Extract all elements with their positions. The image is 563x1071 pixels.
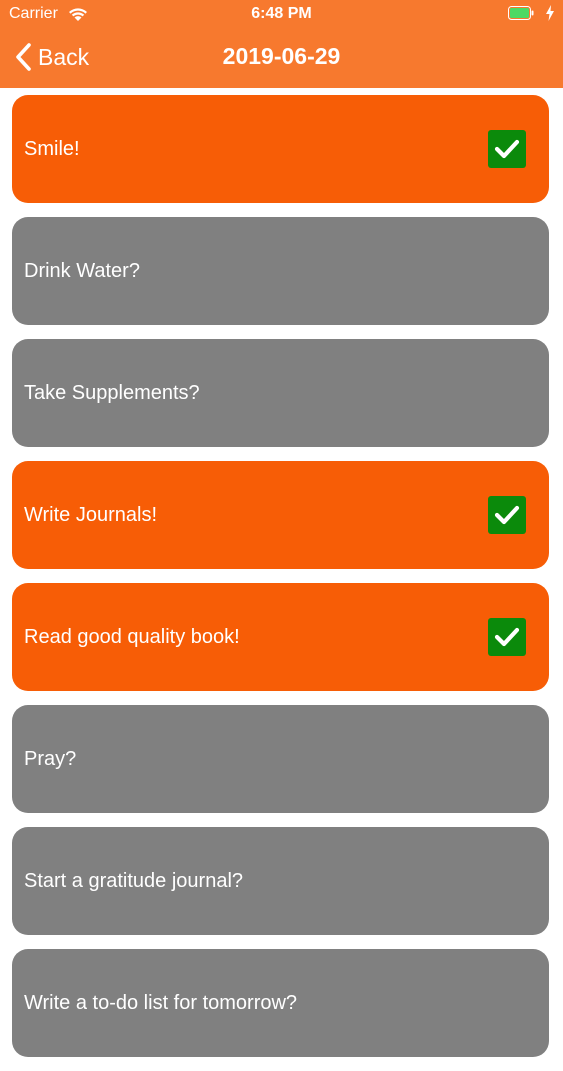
checkbox-checked-icon[interactable]	[488, 130, 526, 168]
habit-label: Read good quality book!	[24, 625, 240, 648]
navigation-bar: Back 2019-06-29	[0, 30, 563, 88]
habit-card[interactable]: Take Supplements?	[12, 339, 549, 447]
habit-label: Write Journals!	[24, 503, 158, 526]
checkmark-icon	[494, 627, 520, 647]
checkmark-icon	[494, 139, 520, 159]
habit-label: Take Supplements?	[24, 381, 200, 404]
habit-label: Drink Water?	[24, 259, 140, 282]
top-bar: Carrier 6:48 PM Back 2019-06-29	[0, 0, 563, 88]
habit-card[interactable]: Write Journals!	[12, 461, 549, 569]
clock: 6:48 PM	[251, 5, 312, 22]
habit-card[interactable]: Write a to-do list for tomorrow?	[12, 949, 549, 1057]
checkbox-checked-icon[interactable]	[488, 496, 526, 534]
habit-card[interactable]: Drink Water?	[12, 217, 549, 325]
habit-label: Smile!	[24, 137, 80, 160]
habit-card[interactable]: Smile!	[12, 95, 549, 203]
habit-card[interactable]: Read good quality book!	[12, 583, 549, 691]
habit-label: Write a to-do list for tomorrow?	[24, 991, 298, 1014]
habit-card[interactable]: Start a gratitude journal?	[12, 827, 549, 935]
habit-label: Start a gratitude journal?	[24, 869, 244, 892]
checkmark-icon	[494, 505, 520, 525]
habit-list: Smile! Drink Water? Take Supplements? Write…	[12, 95, 549, 1071]
status-bar: Carrier 6:48 PM	[0, 0, 563, 30]
battery-icon	[508, 6, 534, 20]
charging-bolt-icon	[546, 5, 554, 21]
checkbox-checked-icon[interactable]	[488, 618, 526, 656]
page-title: 2019-06-29	[222, 43, 341, 69]
habit-label: Pray?	[24, 747, 77, 770]
habit-card[interactable]: Pray?	[12, 705, 549, 813]
